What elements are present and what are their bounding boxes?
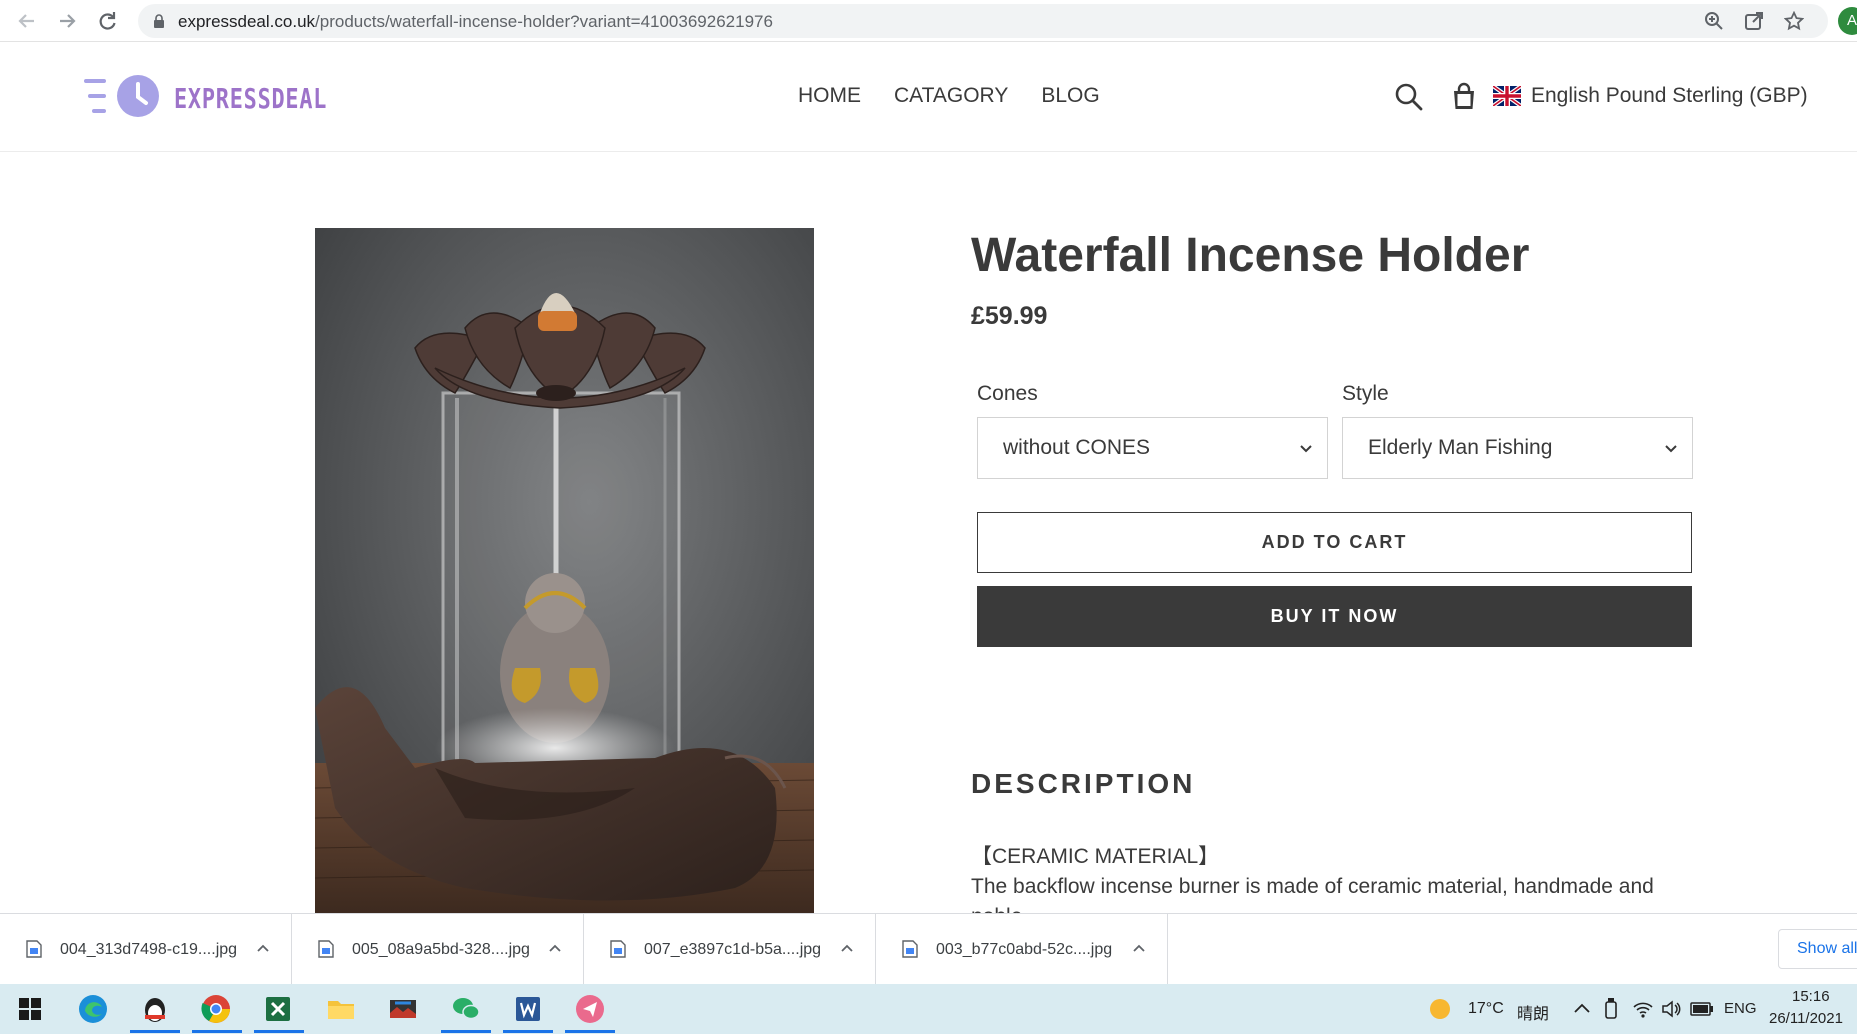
url-text[interactable]: expressdeal.co.uk/products/waterfall-inc… [178, 12, 773, 32]
product-image[interactable] [315, 228, 814, 913]
zoom-icon[interactable] [1704, 11, 1724, 31]
star-icon[interactable] [1784, 11, 1804, 31]
style-select[interactable]: Elderly Man Fishing [1342, 417, 1693, 479]
uk-flag-icon [1493, 86, 1521, 106]
send-app-active-indicator [565, 1030, 615, 1033]
clock-logo-icon [84, 75, 159, 117]
download-item[interactable]: 007_e3897c1d-b5a....jpg [584, 914, 876, 984]
downloads-bar: 004_313d7498-c19....jpg 005_08a9a5bd-328… [0, 913, 1857, 984]
edge-icon[interactable] [77, 993, 109, 1025]
buy-it-now-label: BUY IT NOW [1270, 606, 1399, 626]
cones-select[interactable]: without CONES [977, 417, 1328, 479]
taskbar: 17°C 晴朗 ENG 15:16 26/11/2021 [0, 984, 1857, 1034]
reload-icon[interactable] [92, 6, 122, 36]
media-icon[interactable] [387, 993, 419, 1025]
wechat-active-indicator [441, 1030, 491, 1033]
weather-temp[interactable]: 17°C [1468, 1000, 1504, 1018]
send-app-icon[interactable] [574, 993, 606, 1025]
chevron-up-icon[interactable] [1573, 1000, 1591, 1018]
clock-date[interactable]: 26/11/2021 [1769, 1010, 1843, 1027]
download-item[interactable]: 003_b77c0abd-52c....jpg [876, 914, 1168, 984]
battery-icon[interactable] [1690, 1000, 1714, 1018]
chevron-up-icon[interactable] [1132, 942, 1146, 954]
back-icon[interactable] [12, 6, 42, 36]
description-heading: DESCRIPTION [971, 768, 1196, 799]
chrome-icon[interactable] [200, 993, 232, 1025]
nav-home[interactable]: HOME [798, 84, 861, 108]
weather-sun-icon[interactable] [1428, 997, 1452, 1021]
network-icon[interactable] [1632, 998, 1654, 1020]
image-file-icon [610, 940, 626, 958]
download-filename: 007_e3897c1d-b5a....jpg [644, 941, 822, 958]
chevron-up-icon[interactable] [840, 942, 854, 954]
image-file-icon [26, 940, 42, 958]
excel-active-indicator [254, 1030, 304, 1033]
currency-label: English Pound Sterling (GBP) [1531, 84, 1808, 107]
clock-time[interactable]: 15:16 [1792, 988, 1830, 1005]
currency-selector[interactable]: English Pound Sterling (GBP) [1493, 84, 1808, 108]
show-all-button[interactable]: Show all [1778, 929, 1857, 969]
cones-label: Cones [977, 382, 1038, 405]
product-price: £59.99 [971, 302, 1048, 330]
word-icon[interactable] [512, 993, 544, 1025]
chrome-active-indicator [192, 1030, 242, 1033]
description-subheading: 【CERAMIC MATERIAL】 [971, 845, 1220, 868]
windows-start-icon[interactable] [14, 993, 46, 1025]
nav-catagory[interactable]: CATAGORY [894, 84, 1008, 108]
address-bar[interactable]: expressdeal.co.uk/products/waterfall-inc… [138, 4, 1828, 38]
url-path: /products/waterfall-incense-holder?varia… [315, 12, 773, 31]
share-icon[interactable] [1744, 11, 1764, 31]
download-item[interactable]: 004_313d7498-c19....jpg [0, 914, 292, 984]
wechat-icon[interactable] [450, 993, 482, 1025]
browser-toolbar: expressdeal.co.uk/products/waterfall-inc… [0, 0, 1857, 42]
add-to-cart-label: ADD TO CART [1261, 532, 1408, 552]
buy-it-now-button[interactable]: BUY IT NOW [977, 586, 1692, 647]
chevron-up-icon[interactable] [256, 942, 270, 954]
style-select-value: Elderly Man Fishing [1368, 436, 1553, 459]
main-nav: HOME CATAGORY BLOG [798, 84, 1100, 108]
chevron-down-icon [1665, 445, 1677, 453]
site-logo[interactable]: EXPRESSDEAL [82, 74, 326, 120]
download-filename: 005_08a9a5bd-328....jpg [352, 941, 530, 958]
qq-active-indicator [130, 1030, 180, 1033]
language-indicator[interactable]: ENG [1724, 1000, 1757, 1017]
weather-desc[interactable]: 晴朗 [1517, 1000, 1549, 1024]
lock-icon[interactable] [152, 14, 166, 28]
chevron-down-icon [1300, 445, 1312, 453]
download-item[interactable]: 005_08a9a5bd-328....jpg [292, 914, 584, 984]
url-host: expressdeal.co.uk [178, 12, 316, 31]
profile-avatar[interactable]: A [1838, 7, 1857, 35]
file-explorer-icon[interactable] [325, 993, 357, 1025]
forward-icon[interactable] [52, 6, 82, 36]
product-title: Waterfall Incense Holder [971, 229, 1530, 282]
download-filename: 003_b77c0abd-52c....jpg [936, 941, 1113, 958]
cones-select-value: without CONES [1003, 436, 1151, 459]
logo-text: EXPRESSDEAL [174, 82, 328, 115]
site-header: EXPRESSDEAL HOME CATAGORY BLOG English P… [0, 42, 1857, 152]
search-icon[interactable] [1394, 82, 1424, 112]
usb-device-icon[interactable] [1603, 998, 1619, 1020]
style-label: Style [1342, 382, 1389, 405]
image-file-icon [902, 940, 918, 958]
volume-icon[interactable] [1660, 998, 1682, 1020]
add-to-cart-button[interactable]: ADD TO CART [977, 512, 1692, 573]
download-filename: 004_313d7498-c19....jpg [60, 941, 238, 958]
qq-icon[interactable] [139, 993, 171, 1025]
image-file-icon [318, 940, 334, 958]
incense-holder-photo [315, 228, 814, 913]
word-active-indicator [503, 1030, 553, 1033]
cart-icon[interactable] [1449, 82, 1479, 112]
chevron-up-icon[interactable] [548, 942, 562, 954]
excel-icon[interactable] [262, 993, 294, 1025]
nav-blog[interactable]: BLOG [1041, 84, 1099, 108]
